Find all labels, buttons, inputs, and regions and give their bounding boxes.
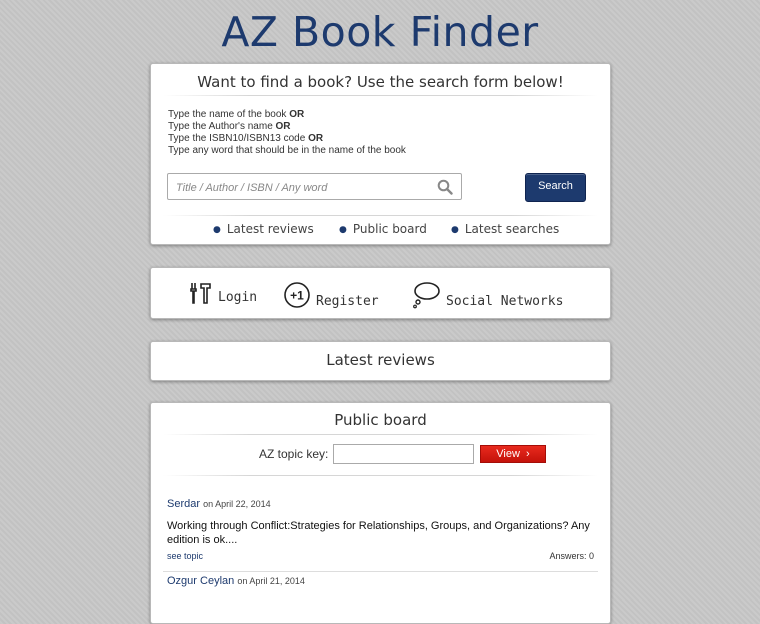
divider <box>163 215 598 216</box>
link-public-board[interactable]: ● Public board <box>339 222 427 236</box>
board-post: Serdar on April 22, 2014 Working through… <box>167 498 594 563</box>
tools-icon <box>190 283 211 304</box>
divider <box>163 434 598 435</box>
search-box <box>167 173 462 200</box>
instruction-line: Type the ISBN10/ISBN13 code OR <box>168 133 324 144</box>
search-input[interactable] <box>174 178 433 198</box>
divider <box>163 475 598 476</box>
social-networks-link[interactable]: Social Networks <box>411 281 563 309</box>
bullet-icon: ● <box>213 225 221 235</box>
search-heading: Want to find a book? Use the search form… <box>197 73 564 91</box>
post-message: Working through Conflict:Strategies for … <box>167 520 590 546</box>
chevron-right-icon: › <box>526 448 530 460</box>
register-link[interactable]: +1 Register <box>283 281 379 309</box>
divider <box>163 571 598 572</box>
bullet-icon: ● <box>339 225 347 235</box>
public-board-heading: Public board <box>334 411 427 429</box>
post-author[interactable]: Ozgur Ceylan <box>167 575 234 587</box>
link-latest-reviews[interactable]: ● Latest reviews <box>213 222 314 236</box>
login-link[interactable]: Login <box>189 281 257 305</box>
post-author[interactable]: Serdar <box>167 498 200 510</box>
answers-count: Answers: 0 <box>549 551 594 561</box>
search-button[interactable]: Search <box>525 173 586 202</box>
bullet-icon: ● <box>451 225 459 235</box>
instruction-line: Type any word that should be in the name… <box>168 145 406 156</box>
post-date: on April 22, 2014 <box>203 499 271 509</box>
speech-bubble-icon <box>413 282 440 309</box>
search-instructions: Type the name of the book OR Type the Au… <box>168 109 406 157</box>
public-board-panel: Public board AZ topic key: View › Serdar… <box>150 402 611 624</box>
site-title: AZ Book Finder <box>221 8 539 56</box>
search-icon[interactable] <box>437 179 453 195</box>
board-post: Ozgur Ceylan on April 21, 2014 <box>167 575 594 587</box>
see-topic-link[interactable]: see topic <box>167 551 203 561</box>
topic-key-label: AZ topic key: <box>259 447 329 461</box>
plus-one-icon: +1 <box>284 282 310 308</box>
latest-reviews-panel: Latest reviews <box>150 341 611 381</box>
search-panel: Want to find a book? Use the search form… <box>150 63 611 245</box>
divider <box>163 95 598 96</box>
instruction-line: Type the name of the book OR <box>168 109 305 120</box>
instruction-line: Type the Author's name OR <box>168 121 291 132</box>
link-latest-searches[interactable]: ● Latest searches <box>451 222 559 236</box>
view-button[interactable]: View › <box>480 445 546 463</box>
latest-reviews-heading: Latest reviews <box>326 351 435 369</box>
account-panel: Login +1 Register Social Networks <box>150 267 611 319</box>
topic-key-input[interactable] <box>333 444 474 464</box>
svg-text:+1: +1 <box>290 289 304 303</box>
post-date: on April 21, 2014 <box>237 576 305 586</box>
